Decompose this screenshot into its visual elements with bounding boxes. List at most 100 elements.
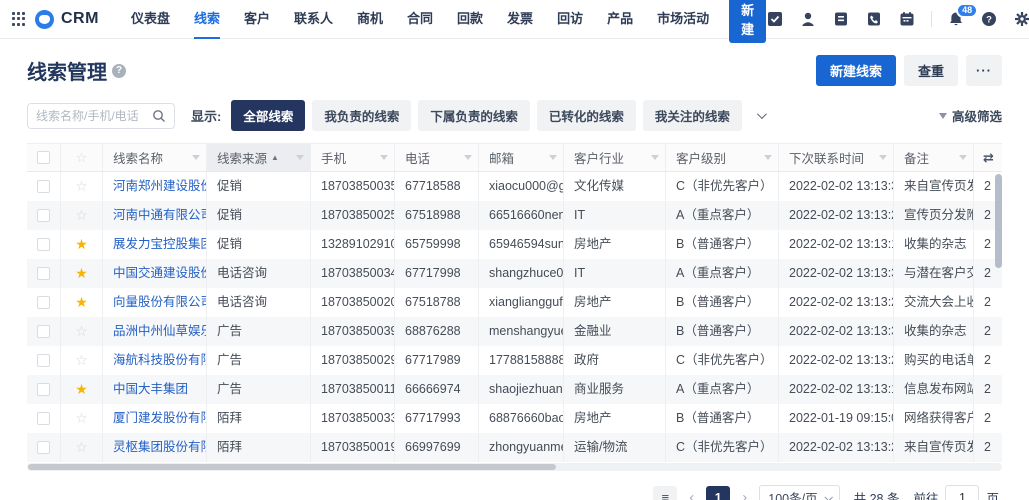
lead-name-link[interactable]: 灵枢集团股份有限... xyxy=(113,440,206,454)
row-checkbox[interactable] xyxy=(37,383,50,396)
column-header[interactable]: 电话 ▲ xyxy=(395,144,479,171)
dedupe-button[interactable]: 查重 xyxy=(903,55,958,86)
nav-item[interactable]: 合同 xyxy=(395,0,445,39)
page-size-select[interactable]: 100条/页 xyxy=(759,485,840,500)
lead-name-link[interactable]: 河南中通有限公司 xyxy=(113,208,206,222)
table-row[interactable]: 展发力宝控股集团... 促销 13289102910 65759998 6594… xyxy=(27,230,1002,259)
nav-item[interactable]: 联系人 xyxy=(282,0,345,39)
table-row[interactable]: 向量股份有限公司 电话咨询 18703850020 67518788 xiang… xyxy=(27,288,1002,317)
more-actions-button[interactable]: ··· xyxy=(966,55,1002,86)
pagination-menu-icon[interactable]: ≡ xyxy=(653,485,678,500)
row-checkbox[interactable] xyxy=(37,238,50,251)
nav-item[interactable]: 商机 xyxy=(345,0,395,39)
lead-name-link[interactable]: 向量股份有限公司 xyxy=(113,295,206,309)
table-row[interactable]: 海航科技股份有限... 广告 18703850029 67717989 1778… xyxy=(27,346,1002,375)
lead-name-link[interactable]: 中国交通建设股份... xyxy=(113,266,206,280)
row-checkbox[interactable] xyxy=(37,325,50,338)
column-filter-icon[interactable] xyxy=(959,155,967,160)
lead-name-link[interactable]: 展发力宝控股集团... xyxy=(113,237,206,251)
table-row[interactable]: 河南中通有限公司 促销 18703850025 67518988 6651666… xyxy=(27,201,1002,230)
row-checkbox[interactable] xyxy=(37,267,50,280)
column-filter-icon[interactable] xyxy=(464,155,472,160)
row-checkbox[interactable] xyxy=(37,412,50,425)
star-icon[interactable] xyxy=(75,207,88,224)
gear-icon[interactable] xyxy=(1013,10,1029,28)
column-filter-icon[interactable] xyxy=(380,155,388,160)
table-row[interactable]: 河南郑州建设股份... 促销 18703850035 67718588 xiao… xyxy=(27,172,1002,201)
next-page-button[interactable]: › xyxy=(740,489,749,500)
lead-name-link[interactable]: 海航科技股份有限... xyxy=(113,353,206,367)
row-checkbox[interactable] xyxy=(37,441,50,454)
scope-filter-button[interactable]: 下属负责的线索 xyxy=(418,100,530,131)
table-row[interactable]: 品洲中州仙草娱乐... 广告 18703850039 68876288 mens… xyxy=(27,317,1002,346)
nav-item[interactable]: 回访 xyxy=(545,0,595,39)
scope-filter-button[interactable]: 已转化的线索 xyxy=(536,100,636,131)
page-jump-input[interactable] xyxy=(945,485,980,500)
invoice-icon[interactable] xyxy=(832,10,850,28)
current-page-button[interactable]: 1 xyxy=(706,485,731,500)
horizontal-scrollbar[interactable] xyxy=(28,464,556,470)
phone-icon[interactable] xyxy=(865,10,883,28)
lead-name-link[interactable]: 品洲中州仙草娱乐... xyxy=(113,324,206,338)
advanced-filter-button[interactable]: 高级筛选 xyxy=(938,106,1002,125)
search-icon[interactable] xyxy=(152,109,166,123)
column-filter-icon[interactable] xyxy=(764,155,772,160)
quick-create-button[interactable]: 新建 xyxy=(729,0,767,43)
row-checkbox[interactable] xyxy=(37,296,50,309)
app-launcher-icon[interactable] xyxy=(12,12,25,26)
row-checkbox[interactable] xyxy=(37,209,50,222)
brand-logo-icon[interactable] xyxy=(35,9,54,29)
column-header[interactable]: 手机 ▲ xyxy=(311,144,395,171)
column-header[interactable]: 下次联系时间 ▲ xyxy=(779,144,894,171)
column-settings-icon[interactable]: ⇄ xyxy=(974,144,1002,171)
nav-item[interactable]: 线索 xyxy=(182,0,232,39)
row-checkbox[interactable] xyxy=(37,180,50,193)
column-filter-icon[interactable] xyxy=(549,155,557,160)
nav-item[interactable]: 客户 xyxy=(232,0,282,39)
column-filter-icon[interactable] xyxy=(296,155,304,160)
star-icon[interactable] xyxy=(75,265,88,282)
column-filter-icon[interactable] xyxy=(879,155,887,160)
scope-filter-button[interactable]: 全部线索 xyxy=(231,100,306,131)
scope-filter-button[interactable]: 我关注的线索 xyxy=(642,100,742,131)
column-header[interactable]: 邮箱 ▲ xyxy=(479,144,564,171)
column-header[interactable]: 客户级别 ▲ xyxy=(666,144,779,171)
bell-icon[interactable]: 48 xyxy=(947,3,979,28)
scope-filter-button[interactable]: 我负责的线索 xyxy=(312,100,412,131)
vertical-scrollbar[interactable] xyxy=(995,174,1002,268)
page-help-icon[interactable]: ? xyxy=(112,63,126,78)
scope-expand-chevron-icon[interactable] xyxy=(749,103,773,129)
column-filter-icon[interactable] xyxy=(651,155,659,160)
column-header[interactable]: 线索来源 ▲ xyxy=(207,144,311,171)
column-filter-icon[interactable] xyxy=(192,155,200,160)
star-icon[interactable] xyxy=(75,294,88,311)
star-icon[interactable] xyxy=(75,352,88,369)
nav-item[interactable]: 回款 xyxy=(445,0,495,39)
prev-page-button[interactable]: ‹ xyxy=(687,489,696,500)
star-icon[interactable] xyxy=(75,323,88,340)
nav-item[interactable]: 产品 xyxy=(595,0,645,39)
star-icon[interactable] xyxy=(75,178,88,195)
table-row[interactable]: 厦门建发股份有限... 陌拜 18703850033 67717993 6887… xyxy=(27,404,1002,433)
table-row[interactable]: 灵枢集团股份有限... 陌拜 18703850019 66997699 zhon… xyxy=(27,433,1002,462)
lead-name-link[interactable]: 河南郑州建设股份... xyxy=(113,179,206,193)
star-icon[interactable] xyxy=(75,381,88,398)
select-all-checkbox[interactable] xyxy=(37,151,50,164)
nav-item[interactable]: 仪表盘 xyxy=(119,0,182,39)
contact-icon[interactable] xyxy=(799,10,817,28)
nav-item[interactable]: 发票 xyxy=(495,0,545,39)
task-icon[interactable] xyxy=(766,10,784,28)
star-icon[interactable] xyxy=(75,439,88,456)
column-header[interactable]: 客户行业 ▲ xyxy=(564,144,666,171)
star-icon[interactable] xyxy=(75,410,88,427)
new-lead-button[interactable]: 新建线索 xyxy=(815,55,896,86)
calendar-icon[interactable] xyxy=(898,10,916,28)
lead-name-link[interactable]: 中国大丰集团 xyxy=(113,382,188,396)
column-header[interactable]: 备注 ▲ xyxy=(894,144,974,171)
lead-name-link[interactable]: 厦门建发股份有限... xyxy=(113,411,206,425)
nav-item[interactable]: 市场活动 xyxy=(645,0,721,39)
table-row[interactable]: 中国交通建设股份... 电话咨询 18703850034 67717998 sh… xyxy=(27,259,1002,288)
search-input[interactable] xyxy=(36,108,152,123)
table-row[interactable]: 中国大丰集团 广告 18703850011 66666974 shaojiezh… xyxy=(27,375,1002,404)
column-header[interactable]: 线索名称 ▲ xyxy=(103,144,207,171)
